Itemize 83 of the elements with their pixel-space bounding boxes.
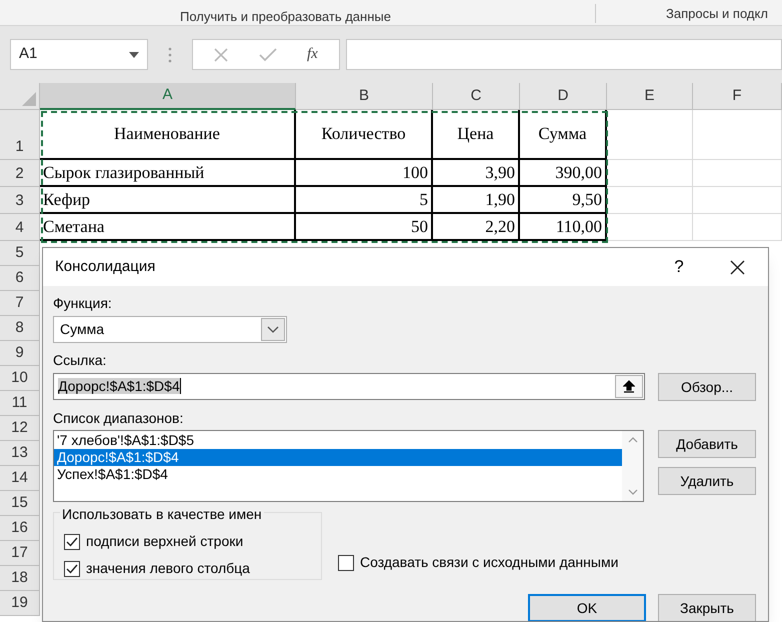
checkmark-icon [66, 536, 78, 546]
row-header[interactable]: 14 [0, 466, 40, 491]
function-dropdown[interactable]: Сумма [53, 316, 287, 343]
close-dialog-button[interactable]: Закрыть [658, 594, 756, 621]
row-header[interactable]: 2 [0, 160, 40, 187]
checkbox[interactable] [64, 560, 80, 576]
table-cell: 5 [296, 187, 433, 214]
column-header[interactable]: E [607, 83, 693, 110]
table-cell: 390,00 [520, 160, 607, 187]
insert-function-button[interactable]: fx [306, 43, 318, 66]
name-box[interactable]: A1 [10, 39, 148, 70]
range-item[interactable]: Успех!$A$1:$D$4 [54, 466, 622, 483]
row-header[interactable]: 16 [0, 516, 40, 541]
row-header[interactable]: 15 [0, 491, 40, 516]
ranges-list[interactable]: '7 хлебов'!$A$1:$D$5 Дорорс!$A$1:$D$4 Успех!$A$1:$D$4 [53, 430, 644, 502]
empty-cell[interactable] [607, 187, 693, 214]
row-header[interactable]: 17 [0, 541, 40, 566]
row-header[interactable]: 1 [0, 110, 40, 160]
row-header[interactable]: 11 [0, 391, 40, 416]
checkbox-label: Создавать связи с исходными данными [360, 553, 618, 572]
formula-input[interactable] [346, 39, 782, 70]
range-item[interactable]: Дорорс!$A$1:$D$4 [54, 449, 622, 466]
checkbox[interactable] [64, 534, 80, 550]
table-cell: Цена [433, 110, 520, 160]
scroll-down-icon [628, 489, 638, 495]
empty-cell[interactable] [607, 110, 693, 160]
table-cell: 3,90 [433, 160, 520, 187]
table-cell: Сырок глазированный [40, 160, 296, 187]
empty-cell[interactable] [693, 160, 782, 187]
table-cell: Наименование [40, 110, 296, 160]
row-header[interactable]: 8 [0, 316, 40, 341]
check-icon [258, 48, 277, 62]
field-label: Функция: [53, 294, 112, 313]
dialog-title: Консолидация [55, 256, 156, 277]
ok-button[interactable]: OK [528, 594, 646, 621]
row-header[interactable]: 9 [0, 341, 40, 366]
chevron-down-icon [267, 326, 279, 333]
table-cell: Количество [296, 110, 433, 160]
cancel-icon [214, 48, 228, 62]
column-header[interactable]: B [296, 83, 433, 110]
add-button[interactable]: Добавить [658, 430, 756, 458]
table-cell: 100 [296, 160, 433, 187]
row-header[interactable]: 19 [0, 591, 40, 616]
table-cell: Сумма [520, 110, 607, 160]
ribbon-group-label: Запросы и подкл [666, 6, 768, 20]
collapse-dialog-button[interactable] [615, 375, 643, 398]
checkbox-label: подписи верхней строки [86, 532, 244, 551]
close-icon [730, 260, 744, 274]
scroll-up-icon [628, 437, 638, 443]
column-header[interactable]: D [520, 83, 607, 110]
field-label: Ссылка: [53, 351, 106, 370]
empty-cell[interactable] [693, 187, 782, 214]
row-header[interactable]: 4 [0, 214, 40, 241]
row-header[interactable]: 7 [0, 291, 40, 316]
row-header[interactable]: 18 [0, 566, 40, 591]
field-label: Список диапазонов: [53, 409, 184, 428]
row-header[interactable]: 5 [0, 241, 40, 266]
upload-arrow-icon [623, 380, 635, 393]
checkbox-label: значения левого столбца [86, 559, 250, 578]
row-header[interactable]: 3 [0, 187, 40, 214]
table-cell: 1,90 [433, 187, 520, 214]
row-header[interactable]: 13 [0, 441, 40, 466]
delete-button[interactable]: Удалить [658, 467, 756, 495]
table-cell: 9,50 [520, 187, 607, 214]
help-button[interactable]: ? [656, 252, 702, 282]
range-item[interactable]: '7 хлебов'!$A$1:$D$5 [54, 432, 622, 449]
resize-handle-icon [168, 46, 172, 62]
column-header[interactable]: A [40, 83, 296, 110]
empty-cell[interactable] [693, 110, 782, 160]
reference-field[interactable]: Дорорс!$A$1:$D$4 [53, 373, 645, 400]
column-header[interactable]: F [693, 83, 782, 110]
row-header[interactable]: 6 [0, 266, 40, 291]
ribbon-group-label: Получить и преобразовать данные [180, 10, 391, 23]
row-header[interactable]: 12 [0, 416, 40, 441]
select-all-icon [22, 92, 36, 106]
checkbox[interactable] [338, 554, 354, 570]
table-cell: Кефир [40, 187, 296, 214]
browse-button[interactable]: Обзор... [658, 373, 756, 401]
checkmark-icon [66, 564, 78, 574]
dropdown-caret-icon [129, 52, 139, 58]
empty-cell[interactable] [607, 160, 693, 187]
column-header[interactable]: C [433, 83, 520, 110]
row-header[interactable]: 10 [0, 366, 40, 391]
